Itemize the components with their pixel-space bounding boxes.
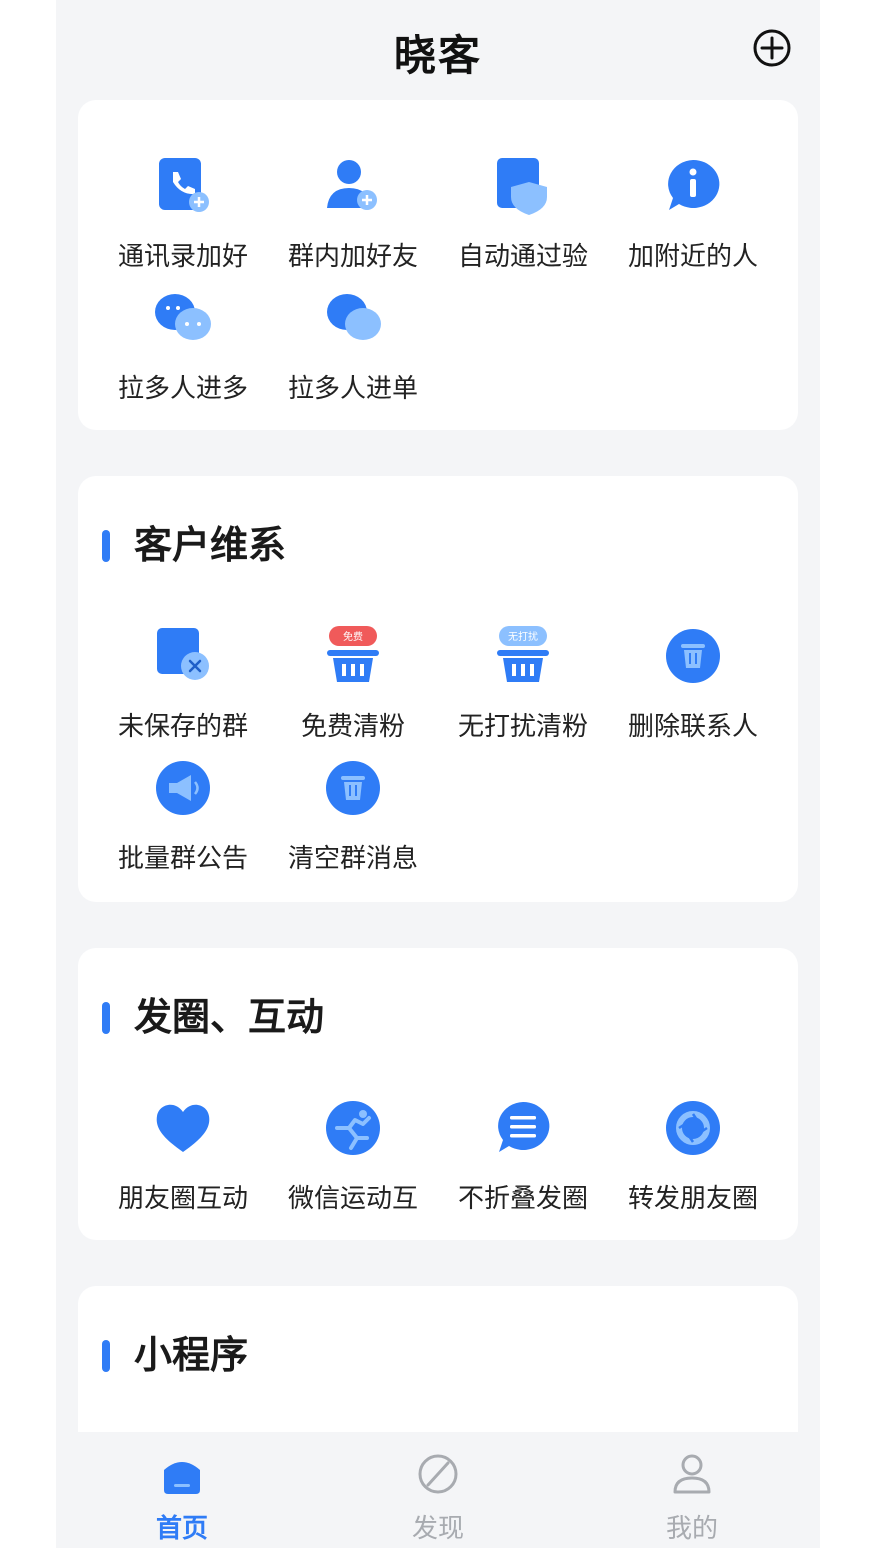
info-bubble-icon: [668, 159, 720, 210]
aperture-icon: [666, 1101, 720, 1155]
section-accent-bar: [102, 1002, 110, 1034]
compass-icon: [418, 1454, 458, 1494]
item-label: 群内加好友: [287, 242, 418, 272]
group-chat-icon: [155, 294, 211, 340]
free-clean-fans-item[interactable]: 免费 免费清粉: [268, 626, 438, 743]
single-group-invite-item[interactable]: 拉多人进单: [268, 288, 438, 405]
forward-moments-item[interactable]: 转发朋友圈: [608, 1098, 778, 1215]
quick-actions-card: 通讯录加好 群内加好友 自动通过验 加附近的人 拉多人进多 拉多人进单: [78, 100, 798, 430]
tab-label: 我的: [665, 1514, 718, 1544]
moments-interaction-card: 发圈、互动 朋友圈互动 微信运动互 不折叠发圈 转发朋友圈: [78, 948, 798, 1240]
section-title: 发圈、互动: [102, 986, 324, 1041]
shield-icon: [497, 158, 547, 215]
wechat-sport-item[interactable]: 微信运动互: [268, 1098, 438, 1215]
item-label: 批量群公告: [117, 844, 248, 874]
badge-text: 免费: [343, 630, 363, 643]
profile-icon: [673, 1454, 711, 1494]
section-title: 小程序: [102, 1324, 248, 1379]
bottom-tab-bar: 首页 发现 我的: [56, 1432, 820, 1548]
chat-bubbles-icon: [327, 294, 381, 340]
add-circle-icon[interactable]: [752, 28, 792, 68]
section-accent-bar: [102, 1340, 110, 1372]
contacts-add-friend-item[interactable]: 通讯录加好: [98, 156, 268, 273]
basket-icon: 免费: [327, 626, 379, 682]
delete-contacts-item[interactable]: 删除联系人: [608, 626, 778, 743]
running-icon: [326, 1101, 380, 1155]
tab-label: 发现: [411, 1514, 464, 1544]
clear-group-messages-item[interactable]: 清空群消息: [268, 758, 438, 875]
item-label: 不折叠发圈: [457, 1184, 588, 1214]
multi-group-invite-item[interactable]: 拉多人进多: [98, 288, 268, 405]
batch-announcement-item[interactable]: 批量群公告: [98, 758, 268, 875]
item-label: 微信运动互: [287, 1184, 418, 1214]
unsaved-group-item[interactable]: 未保存的群: [98, 626, 268, 743]
item-label: 转发朋友圈: [627, 1184, 758, 1214]
no-fold-post-item[interactable]: 不折叠发圈: [438, 1098, 608, 1215]
basket-icon: 无打扰: [497, 626, 549, 682]
section-title-text: 发圈、互动: [134, 995, 325, 1039]
section-accent-bar: [102, 530, 110, 562]
megaphone-icon: [156, 761, 210, 815]
unsaved-group-icon: [157, 628, 209, 680]
add-user-icon: [327, 160, 377, 210]
section-title: 客户维系: [102, 514, 286, 569]
home-icon: [164, 1462, 200, 1494]
app-header: 晓客: [56, 0, 820, 96]
item-label: 删除联系人: [627, 712, 758, 742]
item-label: 无打扰清粉: [457, 712, 588, 742]
trash-icon: [326, 761, 380, 815]
section-title-text: 小程序: [134, 1333, 249, 1377]
moments-interaction-item[interactable]: 朋友圈互动: [98, 1098, 268, 1215]
item-label: 清空群消息: [287, 844, 418, 874]
item-label: 拉多人进单: [287, 374, 418, 404]
page-title: 晓客: [393, 31, 482, 80]
section-title-text: 客户维系: [134, 523, 287, 567]
no-disturb-clean-fans-item[interactable]: 无打扰 无打扰清粉: [438, 626, 608, 743]
tab-home[interactable]: 首页: [102, 1452, 262, 1545]
nearby-people-item[interactable]: 加附近的人: [608, 156, 778, 273]
item-label: 朋友圈互动: [117, 1184, 248, 1214]
trash-icon: [666, 629, 720, 683]
contact-book-icon: [159, 158, 209, 212]
group-add-friend-item[interactable]: 群内加好友: [268, 156, 438, 273]
item-label: 自动通过验: [457, 242, 588, 272]
auto-verify-item[interactable]: 自动通过验: [438, 156, 608, 273]
item-label: 拉多人进多: [117, 374, 248, 404]
tab-label: 首页: [155, 1514, 208, 1544]
item-label: 免费清粉: [300, 712, 405, 742]
customer-maintenance-card: 客户维系 未保存的群 免费 免费清粉 无打扰 无打扰清粉 删除联系人 批量群公告…: [78, 476, 798, 902]
badge-text: 无打扰: [508, 630, 538, 643]
item-label: 未保存的群: [117, 712, 248, 742]
list-bubble-icon: [498, 1101, 550, 1152]
heart-icon: [156, 1104, 210, 1152]
tab-profile[interactable]: 我的: [612, 1452, 772, 1545]
item-label: 加附近的人: [627, 242, 758, 272]
tab-discover[interactable]: 发现: [358, 1452, 518, 1545]
phone-screen: 晓客 通讯录加好 群内加好友 自动通过验 加附近的人 拉多人进多 拉多人进单 客…: [56, 0, 820, 1548]
item-label: 通讯录加好: [117, 242, 248, 272]
